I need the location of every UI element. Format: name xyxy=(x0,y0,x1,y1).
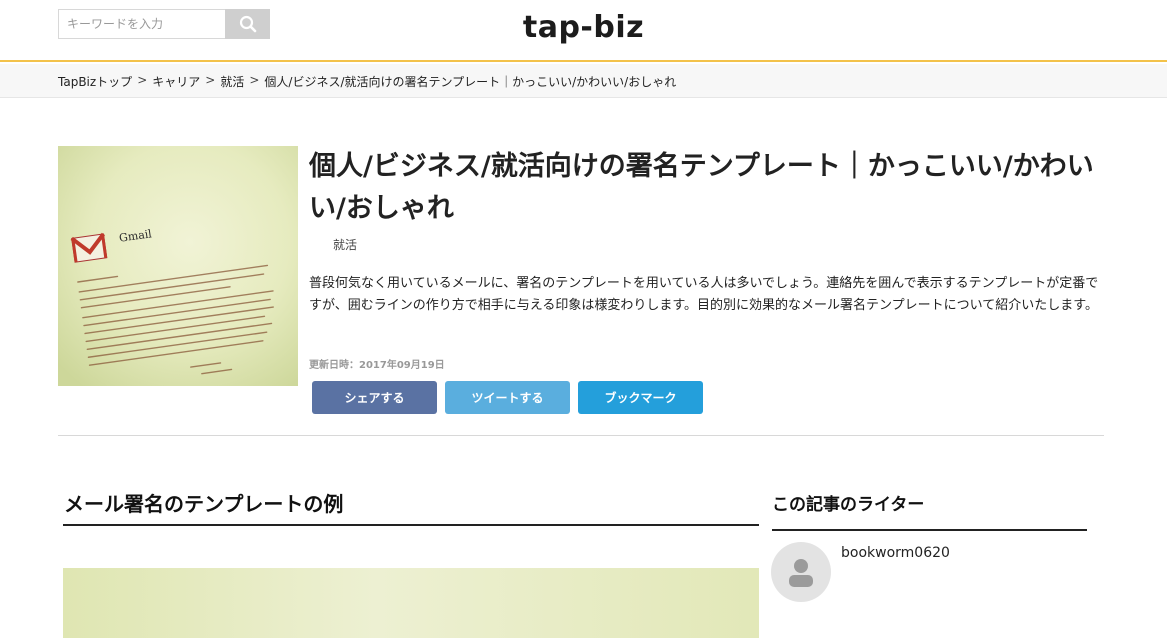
user-silhouette-icon xyxy=(789,559,813,587)
breadcrumb-separator: > xyxy=(137,73,148,87)
article-thumbnail: Gmail xyxy=(58,146,298,386)
breadcrumb-item-job-hunting[interactable]: 就活 xyxy=(220,73,244,90)
facebook-share-button[interactable]: シェアする xyxy=(312,381,437,414)
updated-date: 更新日時：2017年09月19日 xyxy=(309,360,445,371)
site-header: tap-biz xyxy=(0,0,1167,62)
writer-heading: この記事のライター xyxy=(772,490,1087,531)
breadcrumb-bar: TapBizトップ > キャリア > 就活 > 個人/ビジネス/就活向けの署名テ… xyxy=(0,64,1167,98)
breadcrumb-item-career[interactable]: キャリア xyxy=(152,73,200,90)
bookmark-button[interactable]: ブックマーク xyxy=(578,381,703,414)
category-tag[interactable]: 就活 xyxy=(333,236,357,253)
breadcrumb: TapBizトップ > キャリア > 就活 > 個人/ビジネス/就活向けの署名テ… xyxy=(58,73,676,90)
section-photo xyxy=(63,568,759,638)
section-heading: メール署名のテンプレートの例 xyxy=(63,488,759,526)
breadcrumb-item-current: 個人/ビジネス/就活向けの署名テンプレート｜かっこいい/かわいい/おしゃれ xyxy=(264,75,677,89)
gmail-letter-image: Gmail xyxy=(58,146,298,386)
article-title: 個人/ビジネス/就活向けの署名テンプレート｜かっこいい/かわいい/おしゃれ xyxy=(309,151,1094,224)
divider xyxy=(58,435,1104,436)
breadcrumb-item-home[interactable]: TapBizトップ xyxy=(58,73,132,90)
breadcrumb-separator: > xyxy=(249,73,260,87)
avatar[interactable] xyxy=(771,542,831,602)
site-logo[interactable]: tap-biz xyxy=(0,10,1167,45)
section-image xyxy=(63,568,759,638)
twitter-share-button[interactable]: ツイートする xyxy=(445,381,570,414)
writer-name[interactable]: bookworm0620 xyxy=(841,545,950,561)
breadcrumb-separator: > xyxy=(205,73,216,87)
share-buttons: シェアする ツイートする ブックマーク xyxy=(312,381,703,414)
article-lead: 普段何気なく用いているメールに、署名のテンプレートを用いている人は多いでしょう。… xyxy=(309,276,1099,313)
